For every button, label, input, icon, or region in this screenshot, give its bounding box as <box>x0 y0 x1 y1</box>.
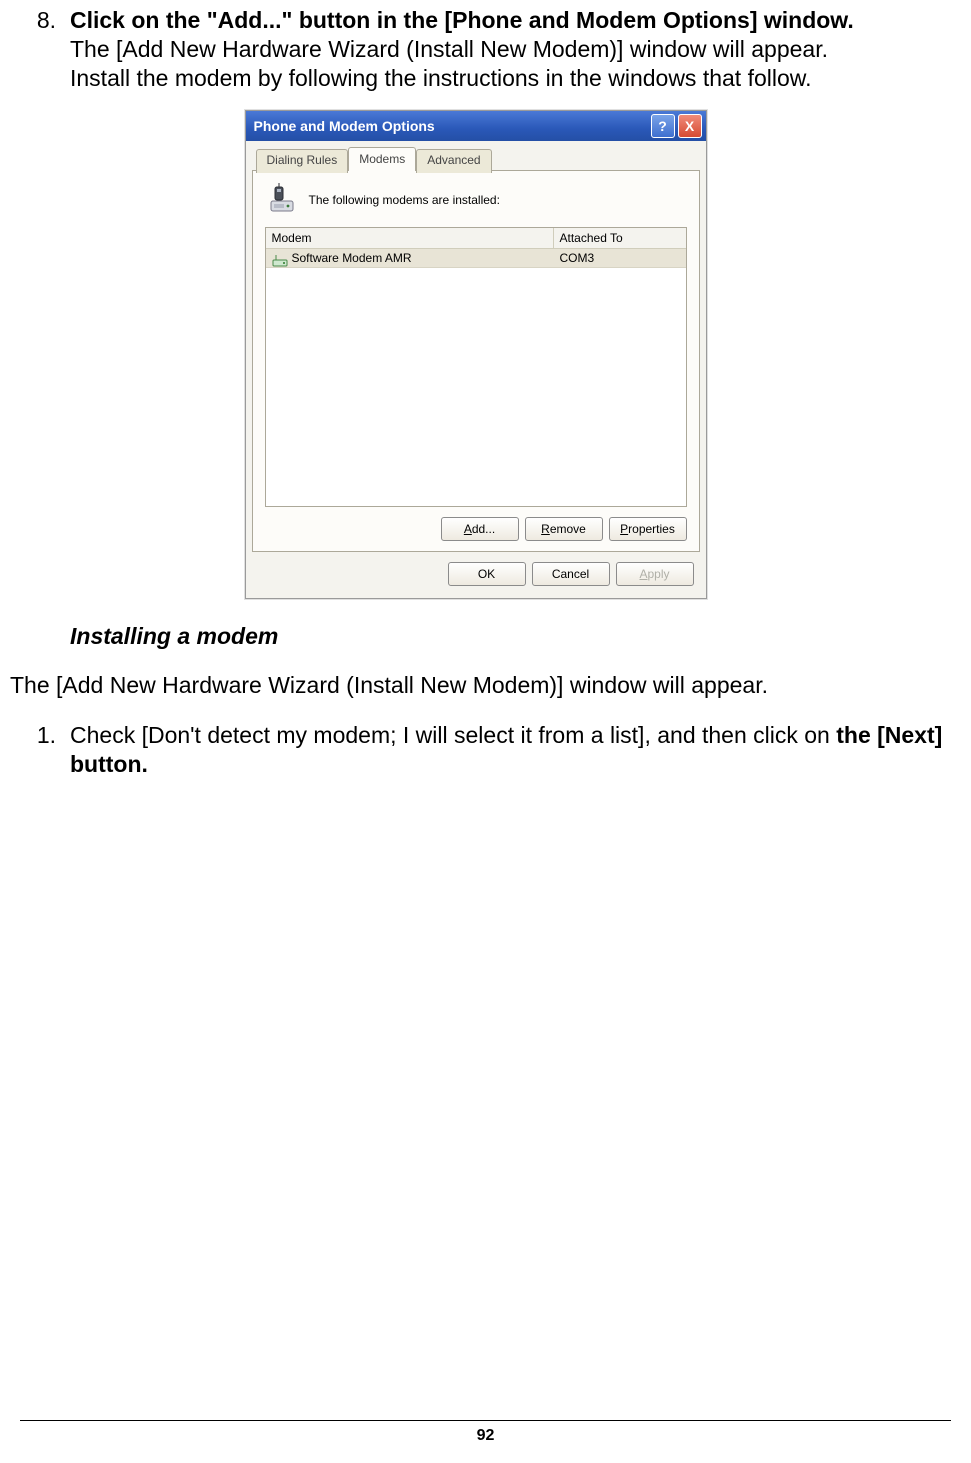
apply-button[interactable]: Apply <box>616 562 694 586</box>
window-title: Phone and Modem Options <box>254 118 648 134</box>
row-name: Software Modem AMR <box>292 251 412 265</box>
tab-modems[interactable]: Modems <box>348 147 416 171</box>
close-icon: X <box>685 118 694 134</box>
ok-button[interactable]: OK <box>448 562 526 586</box>
remove-button[interactable]: Remove <box>525 517 603 541</box>
tab-advanced[interactable]: Advanced <box>416 149 491 173</box>
page-footer: 92 <box>0 1420 971 1445</box>
tab-dialing-rules[interactable]: Dialing Rules <box>256 149 349 173</box>
step-8: 8.Click on the "Add..." button in the [P… <box>70 6 951 92</box>
modem-row-icon <box>272 253 288 265</box>
titlebar[interactable]: Phone and Modem Options ? X <box>246 111 706 141</box>
modem-icon <box>265 183 299 217</box>
step-8-body-1: The [Add New Hardware Wizard (Install Ne… <box>70 35 951 64</box>
tab-strip: Dialing Rules Modems Advanced <box>252 147 700 171</box>
add-button[interactable]: Add... <box>441 517 519 541</box>
close-button[interactable]: X <box>678 114 702 138</box>
step-1-number: 1. <box>22 721 56 750</box>
panel-label: The following modems are installed: <box>309 193 500 207</box>
step-8-body-2: Install the modem by following the instr… <box>70 64 951 93</box>
paragraph-wizard-appear: The [Add New Hardware Wizard (Install Ne… <box>10 672 951 699</box>
step-1: 1.Check [Don't detect my modem; I will s… <box>70 721 951 779</box>
list-header: Modem Attached To <box>266 228 686 249</box>
modem-list[interactable]: Modem Attached To <box>265 227 687 507</box>
list-row-software-modem[interactable]: Software Modem AMR COM3 <box>266 249 686 268</box>
row-port: COM3 <box>554 249 686 267</box>
help-button[interactable]: ? <box>651 114 675 138</box>
section-heading-installing-modem: Installing a modem <box>70 623 951 650</box>
page-number: 92 <box>477 1427 495 1444</box>
dialog-window: Phone and Modem Options ? X Dialing Rule… <box>245 110 707 599</box>
col-header-modem[interactable]: Modem <box>266 228 554 248</box>
step-1-line1: Check [Don't detect my modem; I will sel… <box>70 722 830 748</box>
tab-panel-modems: The following modems are installed: Mode… <box>252 170 700 552</box>
properties-button[interactable]: Properties <box>609 517 687 541</box>
screenshot-phone-modem-options: Phone and Modem Options ? X Dialing Rule… <box>0 110 951 599</box>
footer-rule <box>20 1420 951 1421</box>
help-icon: ? <box>658 118 667 134</box>
cancel-button[interactable]: Cancel <box>532 562 610 586</box>
step-8-title: Click on the "Add..." button in the [Pho… <box>70 7 854 33</box>
step-8-number: 8. <box>22 6 56 35</box>
col-header-attached[interactable]: Attached To <box>554 228 686 248</box>
